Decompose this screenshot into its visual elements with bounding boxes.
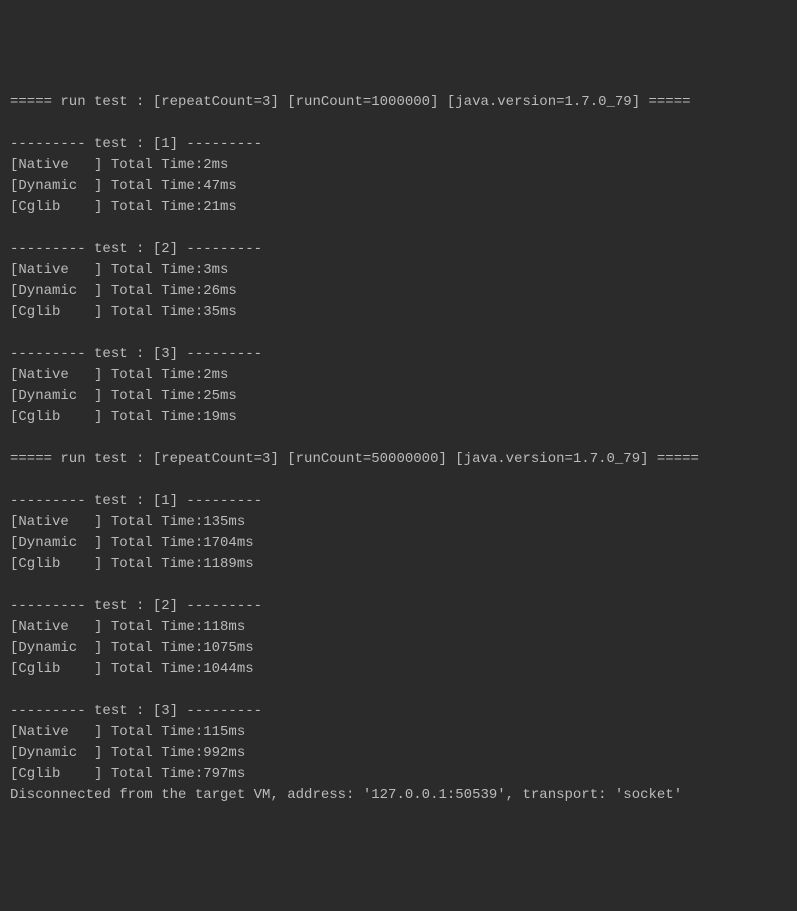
console-line: [Dynamic ] Total Time:47ms — [10, 176, 787, 197]
console-line: [Dynamic ] Total Time:25ms — [10, 386, 787, 407]
console-line — [10, 218, 787, 239]
console-line: [Native ] Total Time:115ms — [10, 722, 787, 743]
console-line: [Cglib ] Total Time:19ms — [10, 407, 787, 428]
console-line: [Dynamic ] Total Time:26ms — [10, 281, 787, 302]
console-line — [10, 575, 787, 596]
console-line — [10, 428, 787, 449]
console-line: Disconnected from the target VM, address… — [10, 785, 787, 806]
console-line: --------- test : [3] --------- — [10, 344, 787, 365]
console-line: [Cglib ] Total Time:1044ms — [10, 659, 787, 680]
console-line — [10, 680, 787, 701]
console-line: --------- test : [1] --------- — [10, 134, 787, 155]
console-line: [Dynamic ] Total Time:1704ms — [10, 533, 787, 554]
console-line — [10, 470, 787, 491]
console-line: ===== run test : [repeatCount=3] [runCou… — [10, 449, 787, 470]
console-line: [Cglib ] Total Time:35ms — [10, 302, 787, 323]
console-line: [Dynamic ] Total Time:1075ms — [10, 638, 787, 659]
console-line: [Native ] Total Time:135ms — [10, 512, 787, 533]
console-line: ===== run test : [repeatCount=3] [runCou… — [10, 92, 787, 113]
console-line — [10, 323, 787, 344]
console-line: [Cglib ] Total Time:21ms — [10, 197, 787, 218]
console-line: [Dynamic ] Total Time:992ms — [10, 743, 787, 764]
console-line: --------- test : [1] --------- — [10, 491, 787, 512]
console-line: --------- test : [3] --------- — [10, 701, 787, 722]
console-line: [Cglib ] Total Time:797ms — [10, 764, 787, 785]
console-line — [10, 113, 787, 134]
console-line: [Native ] Total Time:118ms — [10, 617, 787, 638]
console-line: [Native ] Total Time:2ms — [10, 365, 787, 386]
console-line: --------- test : [2] --------- — [10, 596, 787, 617]
console-line: [Native ] Total Time:3ms — [10, 260, 787, 281]
console-line: --------- test : [2] --------- — [10, 239, 787, 260]
console-line: [Cglib ] Total Time:1189ms — [10, 554, 787, 575]
console-line: [Native ] Total Time:2ms — [10, 155, 787, 176]
console-output: ===== run test : [repeatCount=3] [runCou… — [10, 92, 787, 806]
